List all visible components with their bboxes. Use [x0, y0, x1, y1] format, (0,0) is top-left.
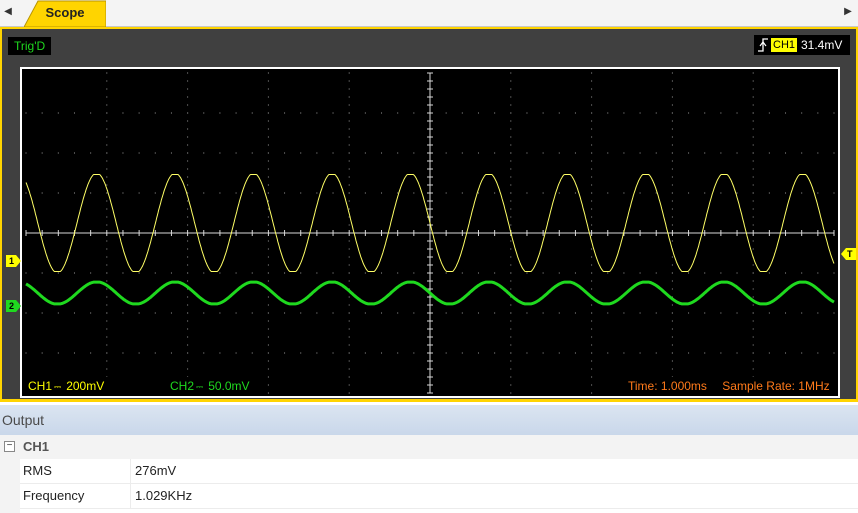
property-divider [130, 459, 131, 483]
property-row-rms[interactable]: RMS 276mV [20, 459, 858, 484]
output-panel: Output − CH1 RMS 276mV Frequency 1.029KH… [0, 405, 858, 513]
trigger-info[interactable]: CH1 31.4mV [754, 35, 850, 55]
property-value: 1.029KHz [135, 488, 193, 503]
dc-coupling-icon: ⎓ [196, 382, 203, 392]
scroll-right-icon[interactable]: ▶ [842, 4, 854, 20]
property-row-frequency[interactable]: Frequency 1.029KHz [20, 484, 858, 509]
property-gutter [0, 459, 20, 513]
dc-coupling-icon: ⎓ [54, 382, 61, 392]
output-panel-title: Output [0, 405, 858, 435]
tab-label: Scope [45, 5, 85, 20]
timebase-readout[interactable]: Time: 1.000ms Sample Rate: 1MHz [622, 377, 836, 395]
scope-frame: Trig'D CH1 31.4mV 1 2 T CH1 ⎓ 200mV CH2 … [0, 27, 858, 402]
ch2-label: CH2 [170, 379, 195, 393]
scope-panel: Trig'D CH1 31.4mV 1 2 T CH1 ⎓ 200mV CH2 … [2, 29, 856, 399]
ch2-level-marker[interactable]: 2 [6, 300, 22, 312]
ch1-level-marker[interactable]: 1 [6, 255, 22, 267]
time-base: Time: 1.000ms [628, 379, 707, 393]
ch1-scale-readout[interactable]: CH1 ⎓ 200mV [22, 377, 111, 395]
trigger-channel: CH1 [771, 38, 798, 52]
property-value: 276mV [135, 463, 177, 478]
scope-screen-border [20, 67, 840, 398]
trigger-level-marker[interactable]: T [840, 248, 856, 260]
property-divider [130, 484, 131, 508]
tab-bar: ◀ Scope ▶ [0, 0, 858, 27]
collapse-icon[interactable]: − [4, 441, 15, 452]
scroll-left-icon[interactable]: ◀ [2, 4, 14, 20]
sample-rate: Sample Rate: 1MHz [722, 379, 830, 393]
property-name: Frequency [23, 488, 85, 503]
property-name: RMS [23, 463, 52, 478]
property-group-ch1[interactable]: − CH1 [0, 435, 858, 459]
ch1-scale: 200mV [66, 379, 105, 393]
ch1-label: CH1 [28, 379, 53, 393]
scope-screen[interactable] [22, 69, 838, 396]
ch2-scale: 50.0mV [208, 379, 250, 393]
rising-edge-icon [758, 38, 768, 52]
tab-scope[interactable]: Scope [24, 0, 106, 27]
trigger-status: Trig'D [8, 37, 52, 55]
property-group-label: CH1 [23, 439, 50, 454]
ch2-scale-readout[interactable]: CH2 ⎓ 50.0mV [164, 377, 256, 395]
trigger-level: 31.4mV [801, 38, 843, 52]
